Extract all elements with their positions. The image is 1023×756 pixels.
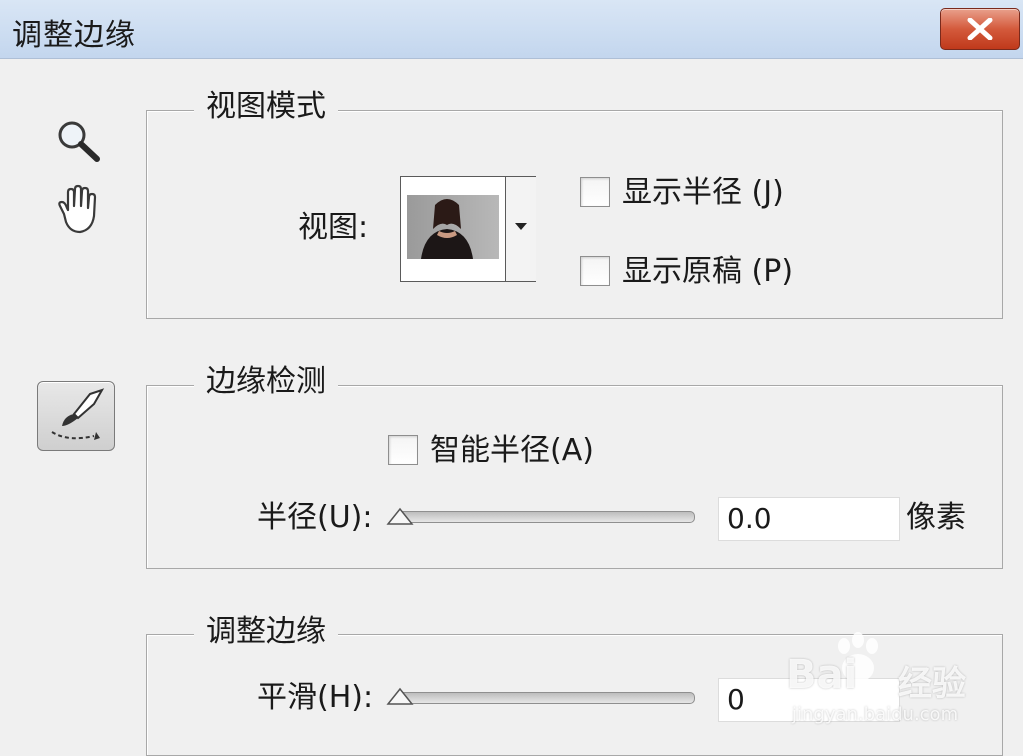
radius-slider[interactable] <box>397 511 695 523</box>
smooth-slider-thumb[interactable] <box>386 686 414 706</box>
refine-radius-tool-button[interactable] <box>37 381 115 451</box>
adjust-edge-legend: 调整边缘 <box>194 614 338 650</box>
zoom-icon[interactable] <box>54 118 102 164</box>
view-label: 视图: <box>298 210 369 245</box>
view-mode-group <box>146 110 1003 319</box>
watermark-brand: Bai <box>786 652 858 698</box>
radius-input[interactable]: 0.0 <box>718 497 900 541</box>
radius-label: 半径(U): <box>257 500 373 535</box>
view-dropdown-arrow[interactable] <box>505 177 536 281</box>
smart-radius-label: 智能半径(A) <box>430 433 594 468</box>
title-bar: 调整边缘 <box>0 0 1023 59</box>
show-original-checkbox[interactable] <box>580 256 610 286</box>
edge-detection-group <box>146 385 1003 569</box>
view-mode-legend: 视图模式 <box>194 89 338 125</box>
show-original-label: 显示原稿 (P) <box>622 254 794 289</box>
watermark-brand-suffix: 经验 <box>898 664 966 704</box>
close-icon <box>967 18 993 40</box>
view-dropdown[interactable] <box>400 176 536 282</box>
radius-slider-thumb[interactable] <box>386 506 414 526</box>
window-title: 调整边缘 <box>12 18 136 53</box>
refine-radius-brush-icon <box>51 388 105 440</box>
smart-radius-checkbox[interactable] <box>388 435 418 465</box>
smooth-label: 平滑(H): <box>257 680 374 715</box>
watermark-url: jingyan.baidu.com <box>792 704 959 725</box>
smooth-slider[interactable] <box>397 692 695 704</box>
view-preview-thumbnail <box>407 195 499 259</box>
radius-unit-label: 像素 <box>906 500 966 535</box>
close-button[interactable] <box>940 8 1020 50</box>
edge-detection-legend: 边缘检测 <box>194 364 338 400</box>
show-radius-label: 显示半径 (J) <box>622 175 784 210</box>
chevron-down-icon <box>515 223 527 230</box>
hand-icon[interactable] <box>50 184 104 238</box>
show-radius-checkbox[interactable] <box>580 177 610 207</box>
